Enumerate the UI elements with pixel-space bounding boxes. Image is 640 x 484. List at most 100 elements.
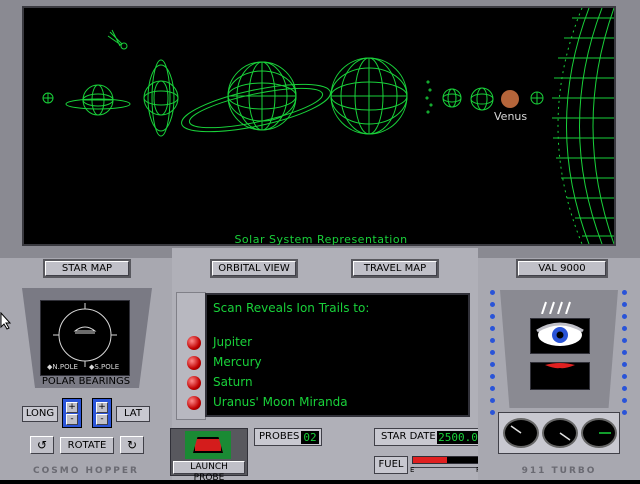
blue-light <box>490 302 495 307</box>
blue-light <box>490 398 495 403</box>
blue-light <box>622 350 627 355</box>
val-9000-button[interactable]: VAL 9000 <box>518 261 606 276</box>
cosmo-hopper-brand: COSMO HOPPER <box>33 466 139 476</box>
rotate-left-button[interactable]: ↺ <box>30 436 54 454</box>
sun-grid <box>552 8 614 244</box>
planet-mercury <box>530 91 544 105</box>
jupiter-indicator-light[interactable] <box>187 336 201 350</box>
blue-light <box>490 350 495 355</box>
planet-jupiter <box>330 57 408 135</box>
needle-icon <box>510 425 522 434</box>
blue-light <box>622 362 627 367</box>
lat-stepper: + - <box>92 398 112 428</box>
blue-light <box>622 374 627 379</box>
planet-pluto <box>42 92 54 104</box>
long-stepper: + - <box>62 398 82 428</box>
travel-map-button-frame: TRAVEL MAP <box>351 259 439 278</box>
launch-probe-button[interactable]: LAUNCH PROBE <box>173 461 245 483</box>
mercury-indicator-light[interactable] <box>187 356 201 370</box>
911-turbo-brand: 911 TURBO <box>521 466 597 476</box>
blue-light <box>622 326 627 331</box>
star-date-value: 2500.0 <box>437 431 479 444</box>
long-label-frame: LONG <box>22 406 58 422</box>
fuel-fill <box>413 457 447 463</box>
launch-probe-frame: LAUNCH PROBE <box>170 428 248 483</box>
rotate-ccw-icon: ↺ <box>36 438 48 452</box>
star-date-label: STAR DATE <box>381 431 436 442</box>
blue-light <box>622 410 627 415</box>
blue-light <box>622 398 627 403</box>
long-label: LONG <box>25 408 55 419</box>
long-plus-button[interactable]: + <box>66 402 78 413</box>
blue-light <box>490 314 495 319</box>
val-eye-icon <box>536 322 584 346</box>
fuel-label: FUEL <box>378 459 404 470</box>
scan-heading: Scan Reveals Ion Trails to: <box>213 301 370 315</box>
planet-mars <box>442 88 462 108</box>
fuel-track <box>412 456 482 464</box>
val-eye-screen <box>530 318 590 354</box>
planet-uranus <box>143 59 179 137</box>
blue-light <box>490 386 495 391</box>
polar-bearings-screen: ◆N.POLE ◆S.POLE <box>40 300 130 376</box>
comet-icon <box>107 29 128 50</box>
scan-target-miranda[interactable]: Uranus' Moon Miranda <box>213 395 348 409</box>
orbital-view-button-frame: ORBITAL VIEW <box>210 259 298 278</box>
blue-light <box>622 302 627 307</box>
probes-frame: PROBES 02 <box>254 428 322 446</box>
n-pole-label: ◆N.POLE <box>47 363 78 371</box>
blue-light <box>490 374 495 379</box>
lat-label-frame: LAT <box>116 406 150 422</box>
probes-value: 02 <box>301 431 319 444</box>
blue-light <box>490 290 495 295</box>
blue-light <box>490 410 495 415</box>
blue-light <box>622 338 627 343</box>
viewport-caption: Solar System Representation <box>234 233 408 246</box>
asteroid-belt <box>425 80 433 114</box>
blue-light <box>622 314 627 319</box>
scan-target-mercury[interactable]: Mercury <box>213 355 262 369</box>
blue-light <box>622 386 627 391</box>
planet-venus <box>501 90 519 108</box>
orbital-view-button[interactable]: ORBITAL VIEW <box>212 261 296 276</box>
mouse-cursor-icon <box>0 312 12 330</box>
viewport-frame: Venus Solar System Representation <box>0 0 640 258</box>
venus-label: Venus <box>494 110 528 123</box>
scan-target-jupiter[interactable]: Jupiter <box>213 335 252 349</box>
val-mouth-icon <box>545 363 575 369</box>
long-minus-button[interactable]: - <box>66 414 78 425</box>
lat-plus-button[interactable]: + <box>96 402 108 413</box>
miranda-indicator-light[interactable] <box>187 396 201 410</box>
travel-map-button[interactable]: TRAVEL MAP <box>353 261 437 276</box>
saturn-indicator-light[interactable] <box>187 376 201 390</box>
val-9000-button-frame: VAL 9000 <box>516 259 608 278</box>
scan-target-saturn[interactable]: Saturn <box>213 375 253 389</box>
fuel-empty-mark: E <box>410 466 415 474</box>
launch-probe-red-button[interactable] <box>193 437 223 453</box>
planet-earth <box>470 87 494 111</box>
probes-label: PROBES <box>259 431 300 442</box>
star-date-frame: STAR DATE 2500.0 <box>374 428 482 446</box>
needle-icon <box>559 432 571 441</box>
gauge-dial-2 <box>542 418 578 448</box>
lat-label: LAT <box>124 408 142 419</box>
fuel-scale <box>412 464 480 468</box>
planet-saturn <box>181 61 331 133</box>
val-mouth-screen <box>530 362 590 390</box>
gauge-panel <box>498 412 620 454</box>
right-panel: 911 TURBO <box>478 282 640 480</box>
lat-minus-button[interactable]: - <box>96 414 108 425</box>
fuel-gauge: E F <box>410 454 482 476</box>
scan-screen: Scan Reveals Ion Trails to: Jupiter Merc… <box>205 293 470 417</box>
solar-system-screen: Venus Solar System Representation <box>22 6 616 246</box>
blue-light <box>490 338 495 343</box>
rotate-right-button[interactable]: ↻ <box>120 436 144 454</box>
blue-light <box>622 290 627 295</box>
planet-neptune <box>65 84 131 116</box>
star-map-button-frame: STAR MAP <box>43 259 131 278</box>
rotate-button[interactable]: ROTATE <box>60 437 114 454</box>
needle-icon <box>599 432 611 434</box>
star-map-button[interactable]: STAR MAP <box>45 261 129 276</box>
left-panel: ◆N.POLE ◆S.POLE POLAR BEARINGS LONG + - … <box>0 282 172 480</box>
blue-light <box>490 326 495 331</box>
